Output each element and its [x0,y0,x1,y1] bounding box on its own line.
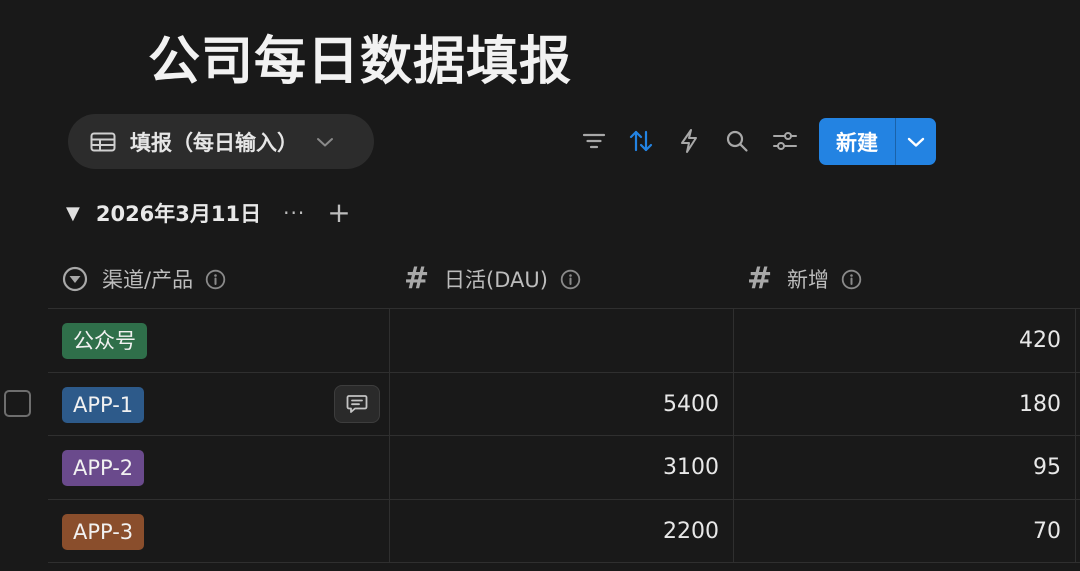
more-options-icon[interactable]: ··· [283,201,305,225]
group-header: ▼ 2026年3月11日 ··· + [66,196,351,230]
dau-cell[interactable]: 3100 [419,436,719,499]
new-cell[interactable]: 70 [761,500,1061,563]
new-button-group: 新建 [819,118,936,165]
column-header-new[interactable]: # 新增 [747,250,862,308]
table-icon [90,132,116,152]
view-tab-label: 填报（每日输入） [130,130,298,155]
dau-cell[interactable]: 2200 [419,500,719,563]
automation-bolt-icon[interactable] [674,126,704,156]
group-date-label[interactable]: 2026年3月11日 [96,198,261,228]
column-label: 新增 [787,268,829,292]
channel-tag[interactable]: 公众号 [62,323,147,359]
comment-button[interactable] [334,385,380,423]
table-row[interactable]: 公众号 420 [48,309,1080,372]
table-row[interactable]: APP-3 2200 70 [48,500,1080,563]
filter-icon[interactable] [579,126,609,156]
settings-sliders-icon[interactable] [770,126,800,156]
new-button[interactable]: 新建 [819,118,895,165]
add-row-icon[interactable]: + [327,199,350,227]
page-title[interactable]: 公司每日数据填报 [148,28,572,96]
channel-tag[interactable]: APP-2 [62,450,145,486]
new-cell[interactable]: 180 [761,373,1061,436]
select-icon [62,266,92,292]
table-row[interactable]: APP-1 5400 180 [48,373,1080,436]
column-header-channel[interactable]: 渠道/产品 [62,250,226,308]
new-dropdown-button[interactable] [896,118,936,165]
sort-icon[interactable] [626,126,656,156]
search-icon[interactable] [722,126,752,156]
info-icon[interactable] [560,269,581,290]
chevron-down-icon [907,137,925,147]
column-header-dau[interactable]: # 日活(DAU) [404,250,581,308]
column-label: 渠道/产品 [102,268,194,292]
number-hash-icon: # [404,261,430,296]
dau-cell[interactable]: 5400 [419,373,719,436]
row-select-checkbox[interactable] [4,390,31,417]
database-page: 公司每日数据填报 填报（每日输入） 新建 ▼ 2026年3月11日 ··· + [0,0,1080,571]
dau-cell[interactable] [419,309,719,372]
view-tab-table[interactable]: 填报（每日输入） [68,114,374,169]
comment-icon [346,395,368,413]
table-row[interactable]: APP-2 3100 95 [48,436,1080,499]
column-label: 日活(DAU) [444,268,548,292]
chevron-down-icon [316,136,334,148]
number-hash-icon: # [747,261,773,296]
new-cell[interactable]: 420 [761,309,1061,372]
channel-tag[interactable]: APP-1 [62,387,145,423]
collapse-triangle-icon[interactable]: ▼ [66,203,80,224]
info-icon[interactable] [205,269,226,290]
new-cell[interactable]: 95 [761,436,1061,499]
info-icon[interactable] [841,269,862,290]
channel-tag[interactable]: APP-3 [62,514,145,550]
